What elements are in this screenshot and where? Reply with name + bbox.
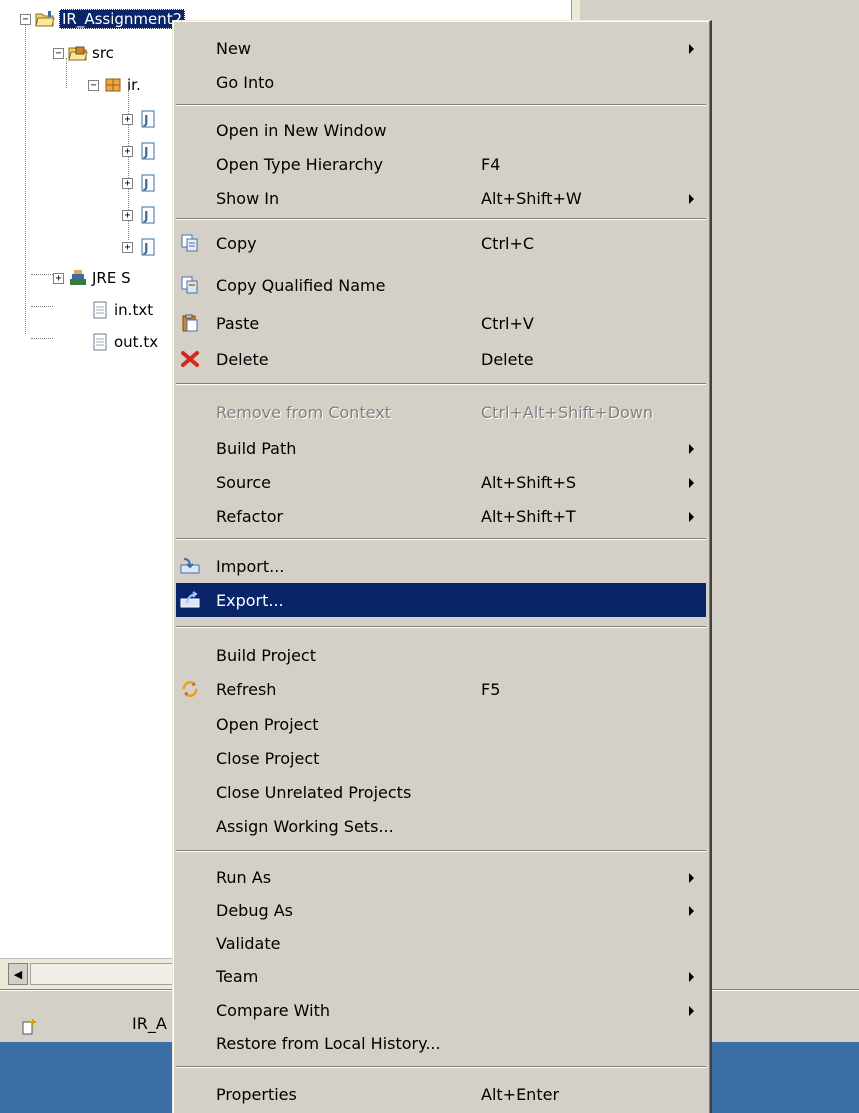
context-menu[interactable]: New Go Into Open in New Window Open Type…: [172, 20, 712, 1113]
expand-toggle[interactable]: +: [122, 145, 133, 157]
menu-item-restore-from-local-history[interactable]: Restore from Local History...: [176, 1026, 706, 1060]
menu-separator: [176, 626, 706, 628]
tree-item-jre-library[interactable]: + JRE S: [53, 265, 131, 291]
menu-item-refresh[interactable]: Refresh F5: [176, 672, 706, 706]
new-file-icon: [22, 1019, 36, 1035]
menu-item-copy[interactable]: Copy Ctrl+C: [176, 226, 706, 260]
menu-item-validate[interactable]: Validate: [176, 926, 706, 960]
menu-item-compare-with[interactable]: Compare With: [176, 993, 706, 1027]
submenu-arrow-icon: [689, 478, 694, 488]
menu-separator: [176, 850, 706, 852]
menu-item-open-project[interactable]: Open Project: [176, 707, 706, 741]
tree-item-file[interactable]: out.tx: [86, 329, 158, 355]
project-folder-icon: [35, 11, 55, 27]
refresh-icon: [182, 681, 198, 697]
copy-icon: [181, 234, 198, 252]
submenu-arrow-icon: [689, 194, 694, 204]
project-name[interactable]: IR_Assignment2: [59, 9, 186, 29]
expand-toggle[interactable]: +: [122, 177, 133, 189]
menu-item-run-as[interactable]: Run As: [176, 860, 706, 894]
submenu-arrow-icon: [689, 873, 694, 883]
paste-icon: [182, 314, 198, 332]
text-file-icon: [93, 333, 107, 351]
submenu-arrow-icon: [689, 512, 694, 522]
file-label: out.tx: [114, 333, 159, 351]
package-label: ir.: [127, 76, 141, 94]
src-label: src: [92, 44, 114, 62]
import-icon: [180, 558, 200, 574]
menu-separator: [176, 1066, 706, 1068]
menu-item-source[interactable]: Source Alt+Shift+S: [176, 465, 706, 499]
tree-item-java-file[interactable]: + J: [122, 202, 161, 228]
menu-item-assign-working-sets[interactable]: Assign Working Sets...: [176, 809, 706, 843]
library-icon: [70, 270, 86, 285]
tree-item-project[interactable]: − IR_Assignment2: [20, 6, 186, 32]
text-file-icon: [93, 301, 107, 319]
tree-item-java-file[interactable]: + J: [122, 138, 161, 164]
tree-item-java-file[interactable]: + J: [122, 234, 161, 260]
menu-separator: [176, 104, 706, 106]
scroll-left-button[interactable]: ◀: [8, 963, 28, 985]
menu-separator: [176, 383, 706, 385]
menu-item-build-path[interactable]: Build Path: [176, 431, 706, 465]
jre-label: JRE S: [92, 269, 131, 287]
tree-item-java-file[interactable]: + J: [122, 106, 161, 132]
expand-toggle[interactable]: +: [122, 113, 133, 125]
menu-item-paste[interactable]: Paste Ctrl+V: [176, 306, 706, 340]
arrow-left-icon: ◀: [13, 967, 23, 981]
package-icon: [105, 78, 121, 92]
menu-item-remove-from-context: Remove from Context Ctrl+Alt+Shift+Down: [216, 403, 654, 422]
source-folder-icon: [68, 46, 88, 61]
tree-item-package[interactable]: − ir.: [88, 72, 141, 98]
java-file-icon: J: [141, 238, 155, 256]
menu-item-delete[interactable]: Delete Delete: [176, 342, 706, 376]
menu-separator: [176, 218, 706, 220]
menu-item-new[interactable]: New: [176, 31, 706, 65]
tree-item-file[interactable]: in.txt: [86, 297, 153, 323]
tree-item-java-file[interactable]: + J: [122, 170, 161, 196]
status-text: IR_A: [132, 1014, 167, 1033]
menu-item-refactor[interactable]: Refactor Alt+Shift+T: [176, 499, 706, 533]
svg-text:J: J: [143, 177, 148, 191]
export-icon: [180, 591, 200, 608]
menu-item-import[interactable]: Import...: [176, 549, 706, 583]
menu-item-open-in-new-window[interactable]: Open in New Window: [176, 113, 706, 147]
copy-qualified-name-icon: [181, 276, 198, 294]
menu-item-show-in[interactable]: Show In Alt+Shift+W: [176, 181, 706, 215]
submenu-arrow-icon: [689, 444, 694, 454]
submenu-arrow-icon: [689, 972, 694, 982]
menu-item-build-project[interactable]: Build Project: [176, 638, 706, 672]
svg-text:J: J: [143, 209, 148, 223]
collapse-toggle[interactable]: −: [20, 13, 31, 25]
menu-item-debug-as[interactable]: Debug As: [176, 893, 706, 927]
java-file-icon: J: [141, 174, 155, 192]
menu-item-properties[interactable]: Properties Alt+Enter: [176, 1077, 706, 1111]
expand-toggle[interactable]: +: [53, 272, 64, 284]
menu-item-copy-qualified-name[interactable]: Copy Qualified Name: [176, 268, 706, 302]
menu-item-go-into[interactable]: Go Into: [176, 65, 706, 99]
tree-item-src[interactable]: − src: [53, 40, 114, 66]
svg-text:J: J: [143, 113, 148, 127]
delete-icon: [181, 351, 199, 367]
collapse-toggle[interactable]: −: [88, 79, 99, 91]
menu-item-export[interactable]: Export...: [176, 583, 706, 617]
svg-text:J: J: [143, 241, 148, 255]
file-label: in.txt: [114, 301, 154, 319]
svg-text:J: J: [143, 145, 148, 159]
menu-item-open-type-hierarchy[interactable]: Open Type Hierarchy F4: [176, 147, 706, 181]
expand-toggle[interactable]: +: [122, 241, 133, 253]
submenu-arrow-icon: [689, 1006, 694, 1016]
menu-item-team[interactable]: Team: [176, 959, 706, 993]
java-file-icon: J: [141, 206, 155, 224]
menu-separator: [176, 538, 706, 540]
collapse-toggle[interactable]: −: [53, 47, 64, 59]
submenu-arrow-icon: [689, 44, 694, 54]
menu-item-close-project[interactable]: Close Project: [176, 741, 706, 775]
java-file-icon: J: [141, 142, 155, 160]
java-file-icon: J: [141, 110, 155, 128]
expand-toggle[interactable]: +: [122, 209, 133, 221]
menu-item-close-unrelated-projects[interactable]: Close Unrelated Projects: [176, 775, 706, 809]
submenu-arrow-icon: [689, 906, 694, 916]
